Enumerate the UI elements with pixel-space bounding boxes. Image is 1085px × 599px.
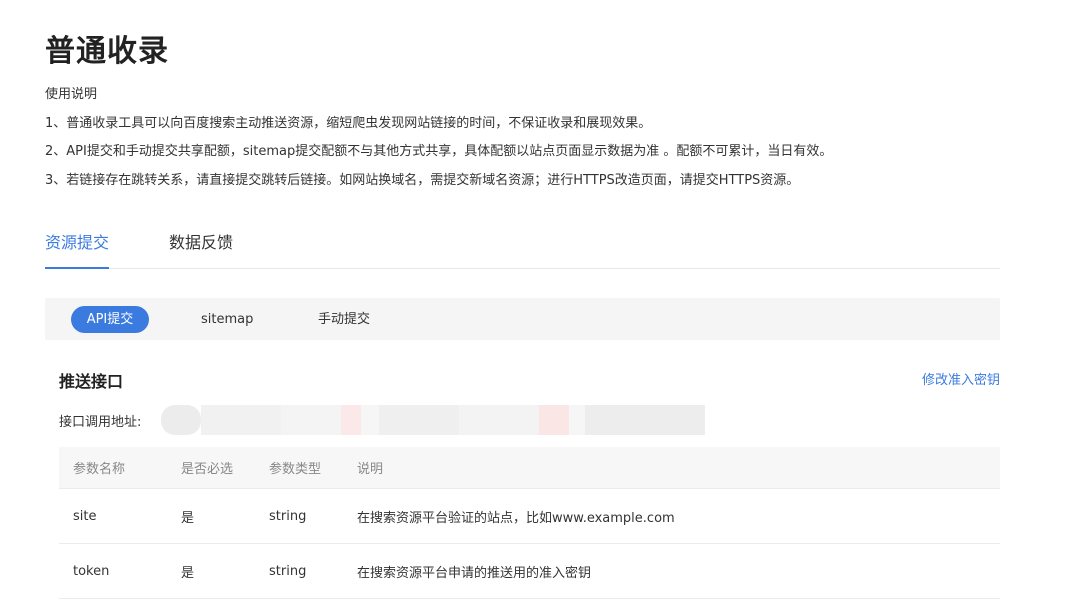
subtab-sitemap[interactable]: sitemap bbox=[201, 306, 253, 333]
subtab-manual-submit[interactable]: 手动提交 bbox=[318, 306, 370, 333]
usage-heading: 使用说明 bbox=[45, 87, 98, 102]
subtab-api-submit[interactable]: API提交 bbox=[71, 306, 149, 333]
table-row: token 是 string 在搜索资源平台申请的推送用的准入密钥 bbox=[59, 543, 1000, 599]
main-tabs: 资源提交 数据反馈 bbox=[45, 232, 1000, 269]
cell-description: 在搜索资源平台申请的推送用的准入密钥 bbox=[343, 543, 1000, 599]
usage-item-3: 3、若链接存在跳转关系，请直接提交跳转后链接。如网站换域名，需提交新域名资源；进… bbox=[45, 172, 800, 188]
endpoint-label: 接口调用地址: bbox=[59, 415, 142, 430]
modify-access-key-link[interactable]: 修改准入密钥 bbox=[922, 369, 1000, 388]
params-table: 参数名称 是否必选 参数类型 说明 site 是 string 在搜索资源平台验… bbox=[59, 447, 1000, 599]
cell-param-type: string bbox=[255, 543, 343, 599]
tab-resource-submit[interactable]: 资源提交 bbox=[45, 232, 110, 269]
cell-required: 是 bbox=[167, 488, 255, 544]
submit-method-bar: API提交 sitemap 手动提交 bbox=[45, 298, 1000, 340]
cell-param-name: token bbox=[59, 543, 167, 599]
header-param-type: 参数类型 bbox=[255, 447, 343, 489]
cell-description: 在搜索资源平台验证的站点，比如www.example.com bbox=[343, 488, 1000, 544]
page-title: 普通收录 bbox=[45, 34, 169, 69]
header-required: 是否必选 bbox=[167, 447, 255, 489]
endpoint-url-redacted bbox=[153, 405, 705, 435]
table-header-row: 参数名称 是否必选 参数类型 说明 bbox=[59, 447, 1000, 489]
cell-param-type: string bbox=[255, 488, 343, 544]
cell-required: 是 bbox=[167, 543, 255, 599]
usage-item-1: 1、普通收录工具可以向百度搜索主动推送资源，缩短爬虫发现网站链接的时间，不保证收… bbox=[45, 115, 652, 131]
table-row: site 是 string 在搜索资源平台验证的站点，比如www.example… bbox=[59, 488, 1000, 544]
header-description: 说明 bbox=[343, 447, 1000, 489]
usage-item-2: 2、API提交和手动提交共享配额，sitemap提交配额不与其他方式共享，具体配… bbox=[45, 144, 833, 159]
section-title-push-api: 推送接口 bbox=[59, 372, 124, 391]
tab-data-feedback[interactable]: 数据反馈 bbox=[169, 232, 233, 268]
header-param-name: 参数名称 bbox=[59, 447, 167, 489]
cell-param-name: site bbox=[59, 488, 167, 544]
usage-instructions: 使用说明 1、普通收录工具可以向百度搜索主动推送资源，缩短爬虫发现网站链接的时间… bbox=[45, 86, 832, 200]
